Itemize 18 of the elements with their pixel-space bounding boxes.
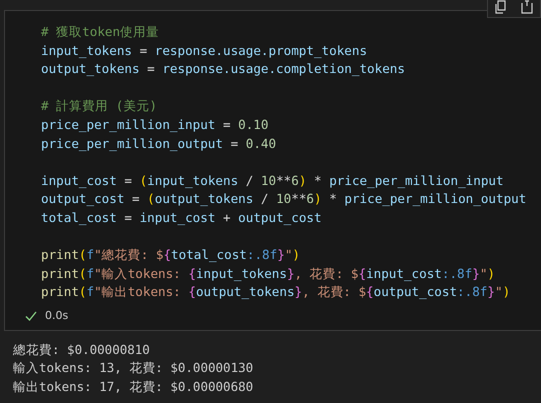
code-line: output_tokens = response.usage.completion_tokens [41, 60, 406, 78]
code-line: print(f"總花費: ${total_cost:.8f}") [41, 246, 301, 264]
output-line: 輸出tokens: 17, 花費: $0.00000680 [13, 378, 254, 396]
code-line: output_cost = (output_tokens / 10**6) * price_per_million_output [41, 190, 528, 208]
code-line: print(f"輸出tokens: {output_tokens}, 花費: ${output_cost:.8f}") [41, 283, 512, 302]
code-line: total_cost = input_cost + output_cost [41, 208, 323, 227]
code-line: # 計算費用 (美元) [41, 97, 158, 116]
code-line: input_tokens = response.usage.prompt_tokens [41, 42, 368, 60]
code-line: price_per_million_input = 0.10 [41, 116, 270, 134]
output-line: 輸入tokens: 13, 花費: $0.00000130 [13, 359, 254, 378]
code-line: # 獲取token使用量 [41, 23, 160, 41]
code-line: price_per_million_output = 0.40 [41, 134, 278, 153]
split-cell-icon[interactable] [520, 0, 534, 14]
copy-icon[interactable] [494, 0, 508, 14]
code-line: print(f"輸入tokens: {input_tokens}, 花費: ${input_cost:.8f}") [41, 264, 496, 283]
output-line: 總花費: $0.00000810 [13, 340, 151, 359]
execution-time: 0.0s [45, 309, 68, 322]
code-line: input_cost = (input_tokens / 10**6) * price_per_million_input [41, 172, 505, 190]
